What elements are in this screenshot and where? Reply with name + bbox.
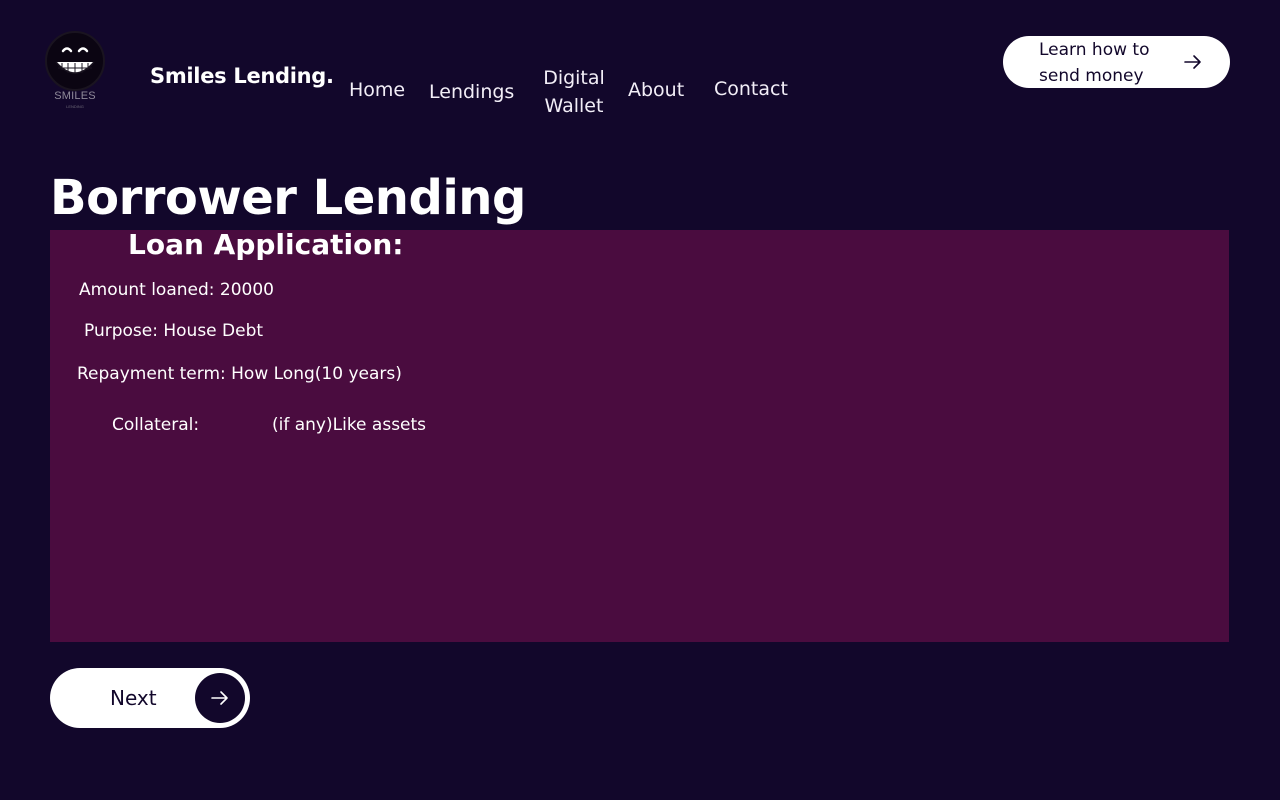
- arrow-right-icon: [211, 691, 228, 705]
- nav-lendings[interactable]: Lendings: [429, 78, 514, 106]
- next-button-circle: [195, 673, 245, 723]
- page: SMILES LENDING Smiles Lending. Home Lend…: [0, 0, 1280, 800]
- page-title: Borrower Lending: [50, 170, 526, 226]
- loan-application-panel: Loan Application: Amount loaned: 20000 P…: [50, 230, 1229, 642]
- nav-digital-wallet-line1: Digital: [543, 67, 605, 89]
- learn-send-money-label: Learn how to send money: [1039, 37, 1179, 89]
- nav-digital-wallet[interactable]: Digital Wallet: [538, 64, 610, 120]
- smiley-face-icon: [45, 31, 105, 91]
- logo-text: SMILES: [54, 90, 96, 102]
- brand-name[interactable]: Smiles Lending.: [150, 64, 334, 88]
- arrow-right-icon: [1184, 55, 1201, 69]
- nav-about[interactable]: About: [628, 76, 684, 104]
- collateral-field[interactable]: (if any)Like assets: [272, 414, 426, 436]
- learn-send-money-line1: Learn how to: [1039, 40, 1150, 60]
- collateral-label: Collateral:: [112, 415, 200, 435]
- nav-digital-wallet-line2: Wallet: [544, 95, 604, 117]
- next-button[interactable]: Next: [50, 668, 250, 728]
- logo-subtext: LENDING: [66, 104, 84, 109]
- amount-loaned-field[interactable]: Amount loaned: 20000: [79, 279, 274, 301]
- next-button-label: Next: [110, 686, 157, 710]
- purpose-field[interactable]: Purpose: House Debt: [84, 320, 263, 342]
- nav-home[interactable]: Home: [349, 76, 405, 104]
- learn-send-money-line2: send money: [1039, 66, 1144, 86]
- repayment-term-field[interactable]: Repayment term: How Long(10 years): [77, 363, 402, 385]
- learn-send-money-button[interactable]: Learn how to send money: [1003, 36, 1230, 88]
- loan-application-title: Loan Application:: [128, 228, 404, 261]
- logo[interactable]: SMILES LENDING: [44, 30, 106, 112]
- nav-contact[interactable]: Contact: [714, 75, 788, 103]
